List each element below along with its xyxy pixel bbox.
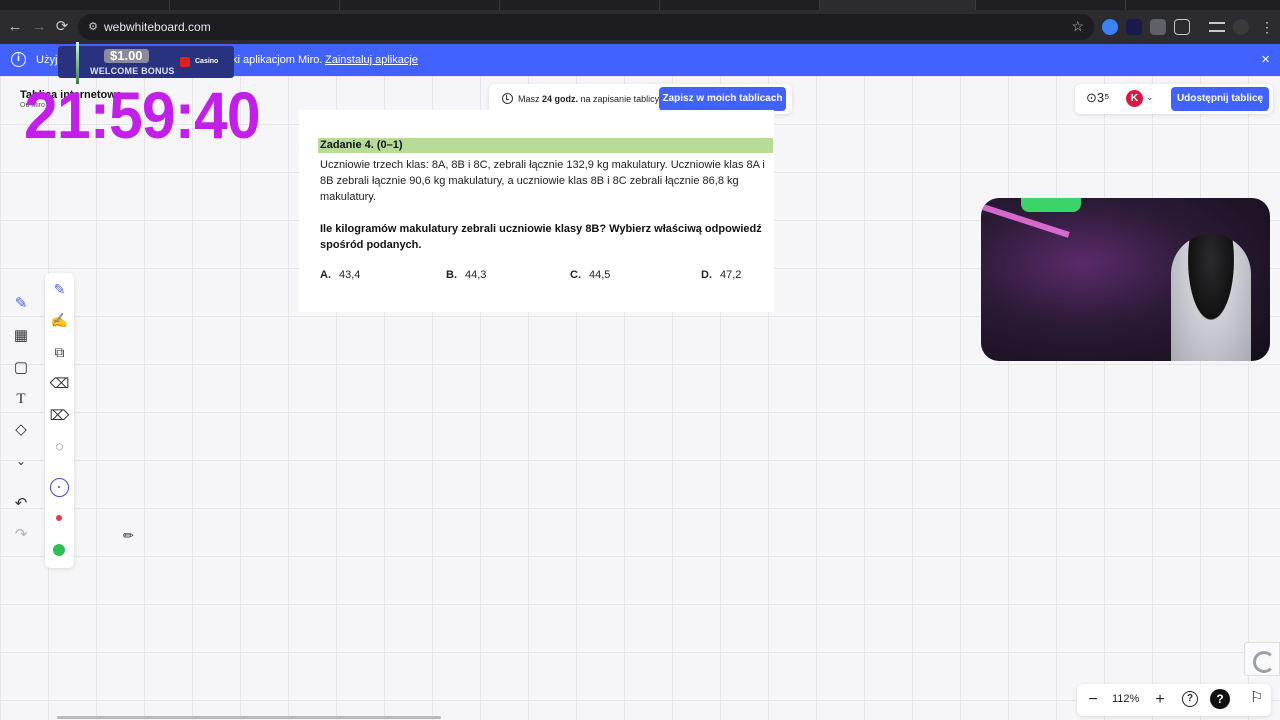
browser-tab[interactable] <box>0 0 170 10</box>
horizontal-scrollbar[interactable] <box>57 716 441 719</box>
casino-logo-icon <box>180 57 190 67</box>
browser-tab-active[interactable] <box>820 0 976 10</box>
clock-icon <box>502 93 513 104</box>
user-avatar[interactable]: K <box>1126 90 1143 107</box>
color-swatch-red[interactable] <box>56 515 62 521</box>
sticky-note-icon[interactable]: ▢ <box>7 354 35 382</box>
templates-icon[interactable]: ▦ <box>7 322 35 350</box>
stroke-size-selector[interactable] <box>50 478 69 497</box>
url-text: webwhiteboard.com <box>104 20 211 34</box>
banner-text: ki aplikacjom Miro. <box>232 54 323 66</box>
answer-option: D. 47,2 <box>701 269 742 281</box>
chevron-down-icon[interactable]: ⌄ <box>1146 92 1154 103</box>
bonus-label: WELCOME BONUS <box>90 66 175 76</box>
share-board-button[interactable]: Udostępnij tablicę <box>1171 87 1269 111</box>
browser-menu-icon[interactable]: ⋮ <box>1256 16 1278 38</box>
reload-icon[interactable]: ⟳ <box>51 16 73 38</box>
more-tools-icon[interactable]: ⌄ <box>7 447 35 475</box>
browser-tab[interactable] <box>170 0 340 10</box>
browser-tab[interactable] <box>660 0 820 10</box>
color-swatch-green[interactable] <box>53 544 65 556</box>
zoom-in-button[interactable]: + <box>1149 689 1171 711</box>
extension-icon[interactable] <box>1150 19 1166 35</box>
extension-icon[interactable] <box>1126 19 1142 35</box>
answer-option: A. 43,4 <box>320 269 361 281</box>
pen-icon[interactable]: ✎ <box>45 275 74 303</box>
profile-avatar[interactable] <box>1233 19 1249 35</box>
reactions-icon[interactable]: ⊙3⁵ <box>1086 90 1110 106</box>
browser-toolbar: ← → ⟳ ⚙ webwhiteboard.com ☆ ⋮ <box>0 10 1280 44</box>
task-question: Ile kilogramów makulatury zebrali ucznio… <box>320 223 762 251</box>
recaptcha-badge[interactable] <box>1244 642 1280 676</box>
text-tool-icon[interactable]: T <box>7 385 35 413</box>
streamer <box>1171 234 1251 361</box>
info-icon: i <box>11 52 26 67</box>
pen-options-toolbar: ✎ ✍ ⧉ ⌫ ⌦ ◌ <box>45 273 74 568</box>
answer-option: B. 44,3 <box>446 269 487 281</box>
highlighter-icon[interactable]: ✍ <box>45 306 74 334</box>
pen-cursor-icon: ✏ <box>123 528 134 543</box>
feedback-flag-icon[interactable]: ⚐ <box>1250 688 1263 706</box>
bookmark-star-icon[interactable]: ☆ <box>1071 18 1084 35</box>
partial-eraser-icon[interactable]: ⌦ <box>45 401 74 429</box>
collaboration-panel: ⊙3⁵ K ⌄ Udostępnij tablicę <box>1075 84 1273 114</box>
task-image-card[interactable]: Zadanie 4. (0–1) Uczniowie trzech klas: … <box>299 110 774 312</box>
neon-light <box>1021 198 1081 212</box>
help-icon[interactable]: ? <box>1182 691 1198 707</box>
back-icon[interactable]: ← <box>4 16 26 38</box>
pen-tool-icon[interactable]: ✎ <box>7 290 35 318</box>
zoom-controls: − 112% + <box>1077 684 1271 716</box>
browser-tabstrip <box>0 0 1280 10</box>
extension-icon[interactable] <box>1102 19 1118 35</box>
browser-tab[interactable] <box>500 0 660 10</box>
address-bar[interactable]: ⚙ webwhiteboard.com ☆ <box>78 14 1094 40</box>
webcam-overlay <box>981 198 1270 361</box>
shapes-icon[interactable]: ◇ <box>7 416 35 444</box>
save-notice-text: Masz 24 godz. na zapisanie tablicy. <box>518 94 661 104</box>
smart-drawing-icon[interactable]: ⧉ <box>45 338 74 366</box>
casino-brand: Casino <box>195 58 219 65</box>
save-to-my-boards-button[interactable]: Zapisz w moich tablicach <box>659 87 786 111</box>
task-title: Zadanie 4. (0–1) <box>318 138 773 153</box>
bonus-amount: $1.00 <box>104 49 149 63</box>
answer-option: C. 44,5 <box>570 269 611 281</box>
zoom-level[interactable]: 112% <box>1112 693 1139 705</box>
welcome-bonus-overlay: $1.00 WELCOME BONUS Casino <box>58 46 234 78</box>
zoom-out-button[interactable]: − <box>1082 689 1104 711</box>
close-icon[interactable]: × <box>1261 51 1270 68</box>
stream-timer: 21:59:40 <box>24 78 261 152</box>
media-controls-icon[interactable] <box>1209 22 1225 32</box>
lasso-icon[interactable]: ◌ <box>45 432 74 460</box>
redo-icon[interactable]: ↷ <box>7 521 35 549</box>
eraser-icon[interactable]: ⌫ <box>45 369 74 397</box>
banner-prefix: Użyj <box>36 54 58 66</box>
extensions-puzzle-icon[interactable] <box>1174 19 1190 35</box>
forward-icon[interactable]: → <box>28 16 50 38</box>
site-info-icon[interactable]: ⚙ <box>86 20 100 34</box>
task-body: Uczniowie trzech klas: 8A, 8B i 8C, zebr… <box>320 159 765 203</box>
browser-tab[interactable] <box>340 0 500 10</box>
undo-icon[interactable]: ↶ <box>7 490 35 518</box>
help-center-icon[interactable]: ? <box>1210 689 1230 709</box>
install-apps-link[interactable]: Zainstaluj aplikacje <box>325 54 418 66</box>
browser-tab[interactable] <box>976 0 1126 10</box>
